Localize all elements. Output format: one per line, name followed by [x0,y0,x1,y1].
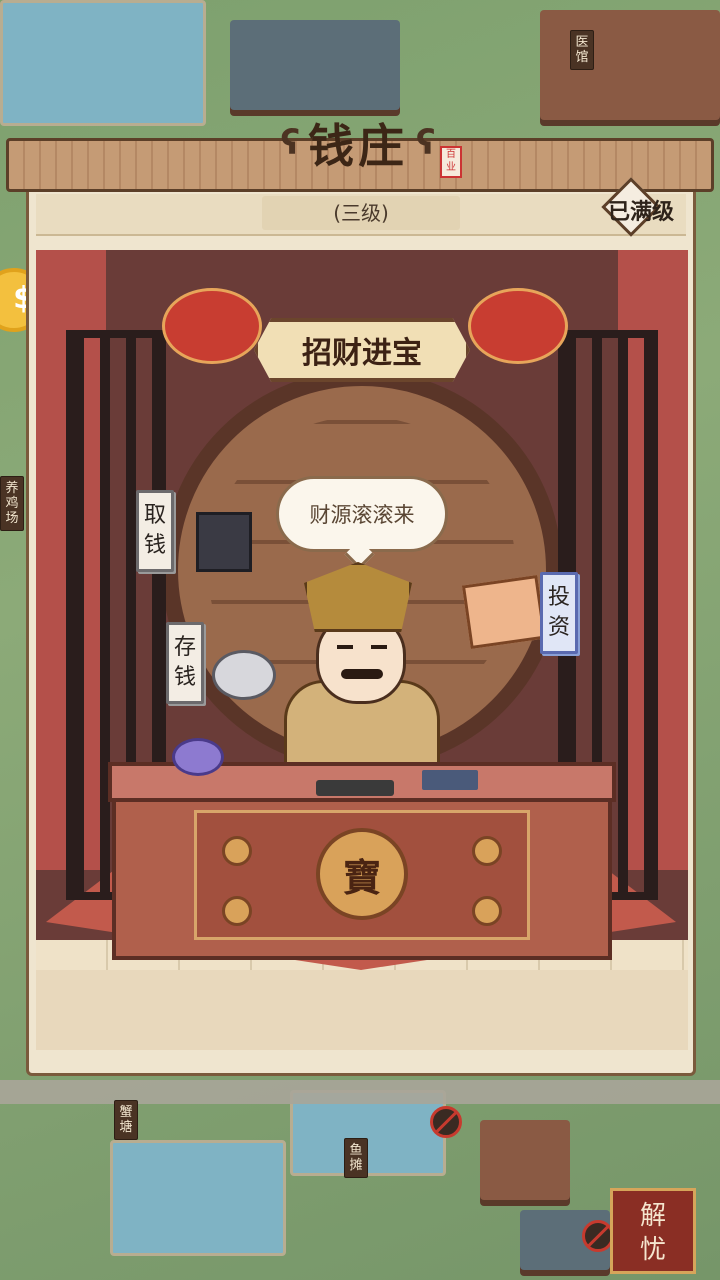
map-stall [480,1120,570,1200]
speech-bubble: 财源滚滚来 [276,476,448,552]
chicken-farm-sign[interactable]: 养鸡场 [0,476,24,531]
deposit-button[interactable]: 存钱 [166,622,204,704]
ledger-book-icon [422,770,478,790]
shop-banner: 招财进宝 [254,318,470,382]
coin-icon [472,896,502,926]
crab-pond [110,1140,286,1256]
investment-deeds-icon[interactable] [461,575,547,649]
coin-icon [222,836,252,866]
unavailable-icon [430,1106,462,1138]
worry-relief-button[interactable]: 解忧 [610,1188,696,1274]
lantern-icon [162,288,262,364]
road [0,1080,720,1104]
piggy-bank-icon[interactable] [212,650,276,700]
withdraw-button[interactable]: 取钱 [136,490,174,572]
abacus-icon [316,780,394,796]
treasure-emblem: 寶 [316,828,408,920]
building-title: 钱庄 [308,119,408,173]
worry-relief-label: 解忧 [639,1201,666,1265]
cloud-ornament-icon: ʕ [280,123,300,163]
crab-pond-sign[interactable]: 蟹塘 [114,1100,138,1140]
coin-icon [472,836,502,866]
clinic-building [540,10,720,120]
cash-drawer-icon[interactable] [196,512,252,572]
mustache [341,669,383,679]
treasure-bowl-icon[interactable] [172,738,224,776]
floor-front [36,970,688,1050]
lantern-icon [468,288,568,364]
invest-button[interactable]: 投资 [540,572,578,654]
eye [337,645,353,649]
building-level: (三级) [262,196,460,230]
seal-stamp: 百业 [440,146,462,178]
fish-stall-sign[interactable]: 鱼摊 [344,1138,368,1178]
bank-scene: 招财进宝 取钱 存钱 投资 财源滚滚来 寶 [36,250,688,1050]
max-level-status: 已满级 [607,200,674,225]
cloud-ornament-icon: ʕ [416,123,436,163]
map-building [230,20,400,110]
coin-icon [222,896,252,926]
pond [0,0,206,126]
clinic-sign[interactable]: 医馆 [570,30,594,70]
eye [371,645,387,649]
